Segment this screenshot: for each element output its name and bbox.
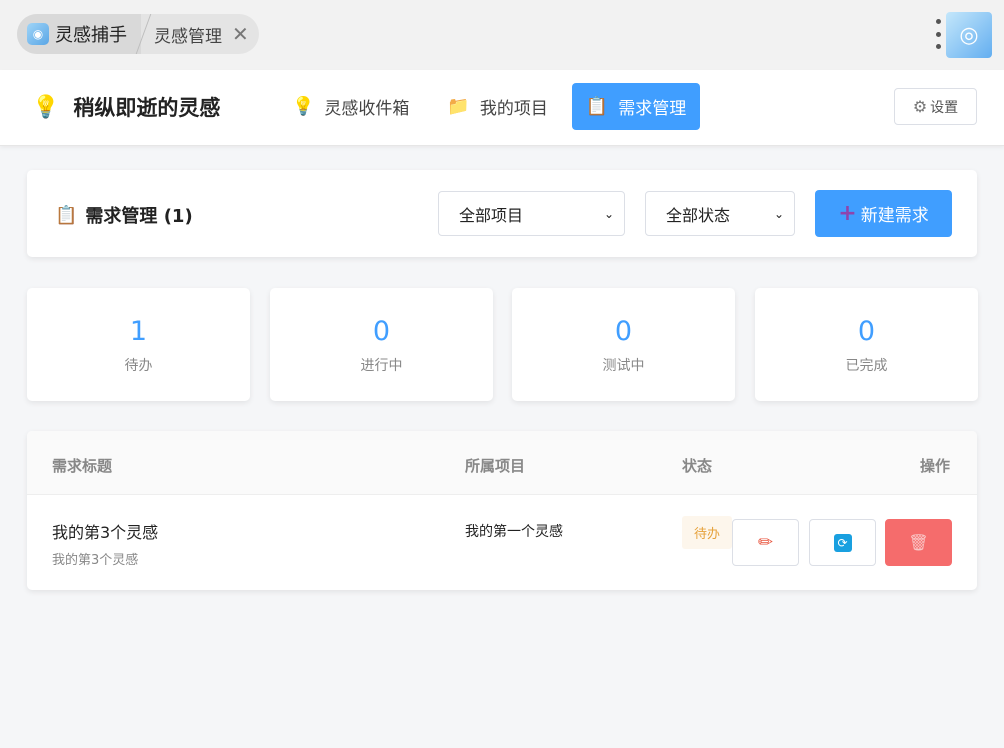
nav-item-projects[interactable]: 📁 我的项目 bbox=[433, 83, 561, 130]
pencil-icon: ✏ bbox=[757, 532, 774, 553]
stat-value: 0 bbox=[614, 316, 633, 347]
lightbulb-icon: 💡 bbox=[292, 96, 315, 117]
plus-icon: + bbox=[838, 201, 857, 226]
chevron-down-icon: ⌄ bbox=[603, 206, 614, 221]
requirements-header-card: 📋 需求管理 (1) 全部项目 ⌄ 全部状态 ⌄ + 新建需求 bbox=[27, 170, 977, 257]
project-filter-value: 全部项目 bbox=[459, 205, 524, 225]
app-tab[interactable]: ◉ 灵感捕手 bbox=[17, 14, 141, 54]
stat-card-in-progress: 0 进行中 bbox=[270, 288, 493, 401]
gear-icon: ⚙ bbox=[912, 97, 928, 116]
status-filter-value: 全部状态 bbox=[666, 205, 731, 225]
new-requirement-label: 新建需求 bbox=[860, 206, 929, 226]
tab-group: ◉ 灵感捕手 灵感管理 ✕ bbox=[17, 14, 259, 54]
folder-icon: 📁 bbox=[447, 96, 470, 117]
column-header-title: 需求标题 bbox=[52, 457, 113, 475]
page-tab-label: 灵感管理 bbox=[154, 26, 222, 47]
settings-label: 设置 bbox=[930, 99, 959, 116]
window-titlebar: ◉ 灵感捕手 灵感管理 ✕ ◎ bbox=[0, 0, 1004, 70]
sync-button[interactable]: ⟳ bbox=[809, 519, 876, 566]
main-nav: 💡 灵感收件箱 📁 我的项目 📋 需求管理 bbox=[278, 83, 701, 130]
status-filter-select[interactable]: 全部状态 ⌄ bbox=[645, 191, 795, 236]
nav-item-label: 需求管理 bbox=[618, 99, 687, 119]
lightbulb-icon: 💡 bbox=[32, 94, 60, 120]
page-title-text: 需求管理 (1) bbox=[85, 206, 193, 227]
app-tab-label: 灵感捕手 bbox=[55, 25, 127, 46]
stat-card-done: 0 已完成 bbox=[755, 288, 978, 401]
chevron-down-icon: ⌄ bbox=[773, 206, 784, 221]
brand-title: 稍纵即逝的灵感 bbox=[73, 96, 221, 120]
requirement-project: 我的第一个灵感 bbox=[465, 524, 563, 540]
page-tab[interactable]: 灵感管理 ✕ bbox=[146, 14, 259, 54]
stat-card-todo: 1 待办 bbox=[27, 288, 250, 401]
stat-value: 0 bbox=[372, 316, 391, 347]
close-icon[interactable]: ✕ bbox=[232, 24, 249, 44]
page-title: 📋 需求管理 (1) bbox=[55, 202, 193, 228]
stat-value: 0 bbox=[857, 316, 876, 347]
stat-label: 待办 bbox=[124, 358, 153, 374]
nav-item-label: 我的项目 bbox=[479, 99, 548, 119]
requirement-subtitle: 我的第3个灵感 bbox=[52, 553, 139, 568]
stat-card-testing: 0 测试中 bbox=[512, 288, 735, 401]
edit-button[interactable]: ✏ bbox=[732, 519, 799, 566]
clipboard-icon: 📋 bbox=[55, 204, 78, 226]
settings-button[interactable]: ⚙ 设置 bbox=[894, 88, 977, 125]
project-filter-select[interactable]: 全部项目 ⌄ bbox=[438, 191, 625, 236]
new-requirement-button[interactable]: + 新建需求 bbox=[815, 190, 952, 237]
table-header: 需求标题 所属项目 状态 操作 bbox=[27, 431, 977, 495]
stat-value: 1 bbox=[129, 316, 148, 347]
stat-label: 测试中 bbox=[602, 358, 645, 374]
nav-item-label: 灵感收件箱 bbox=[324, 99, 410, 119]
table-row: 我的第3个灵感 我的第3个灵感 我的第一个灵感 待办 ✏ ⟳ 🗑 bbox=[27, 495, 977, 590]
nav-item-inbox[interactable]: 💡 灵感收件箱 bbox=[278, 83, 423, 130]
clipboard-icon: 📋 bbox=[585, 96, 609, 117]
app-corner-logo-icon: ◎ bbox=[946, 12, 992, 58]
trash-icon: 🗑 bbox=[908, 533, 929, 552]
stat-label: 进行中 bbox=[360, 358, 403, 374]
refresh-icon: ⟳ bbox=[833, 533, 852, 552]
delete-button[interactable]: 🗑 bbox=[885, 519, 952, 566]
status-badge: 待办 bbox=[682, 516, 732, 549]
column-header-status: 状态 bbox=[682, 457, 713, 475]
app-header: 💡 稍纵即逝的灵感 💡 灵感收件箱 📁 我的项目 📋 需求管理 ⚙ 设置 bbox=[0, 70, 1004, 146]
requirements-table: 需求标题 所属项目 状态 操作 我的第3个灵感 我的第3个灵感 我的第一个灵感 … bbox=[27, 431, 977, 590]
nav-item-requirements[interactable]: 📋 需求管理 bbox=[571, 83, 701, 130]
more-menu-icon[interactable] bbox=[931, 19, 945, 49]
stat-label: 已完成 bbox=[845, 358, 888, 374]
brand: 💡 稍纵即逝的灵感 bbox=[32, 92, 220, 122]
app-logo-icon: ◉ bbox=[27, 23, 49, 45]
column-header-project: 所属项目 bbox=[465, 457, 526, 475]
column-header-actions: 操作 bbox=[920, 457, 951, 475]
requirement-title: 我的第3个灵感 bbox=[52, 523, 159, 542]
